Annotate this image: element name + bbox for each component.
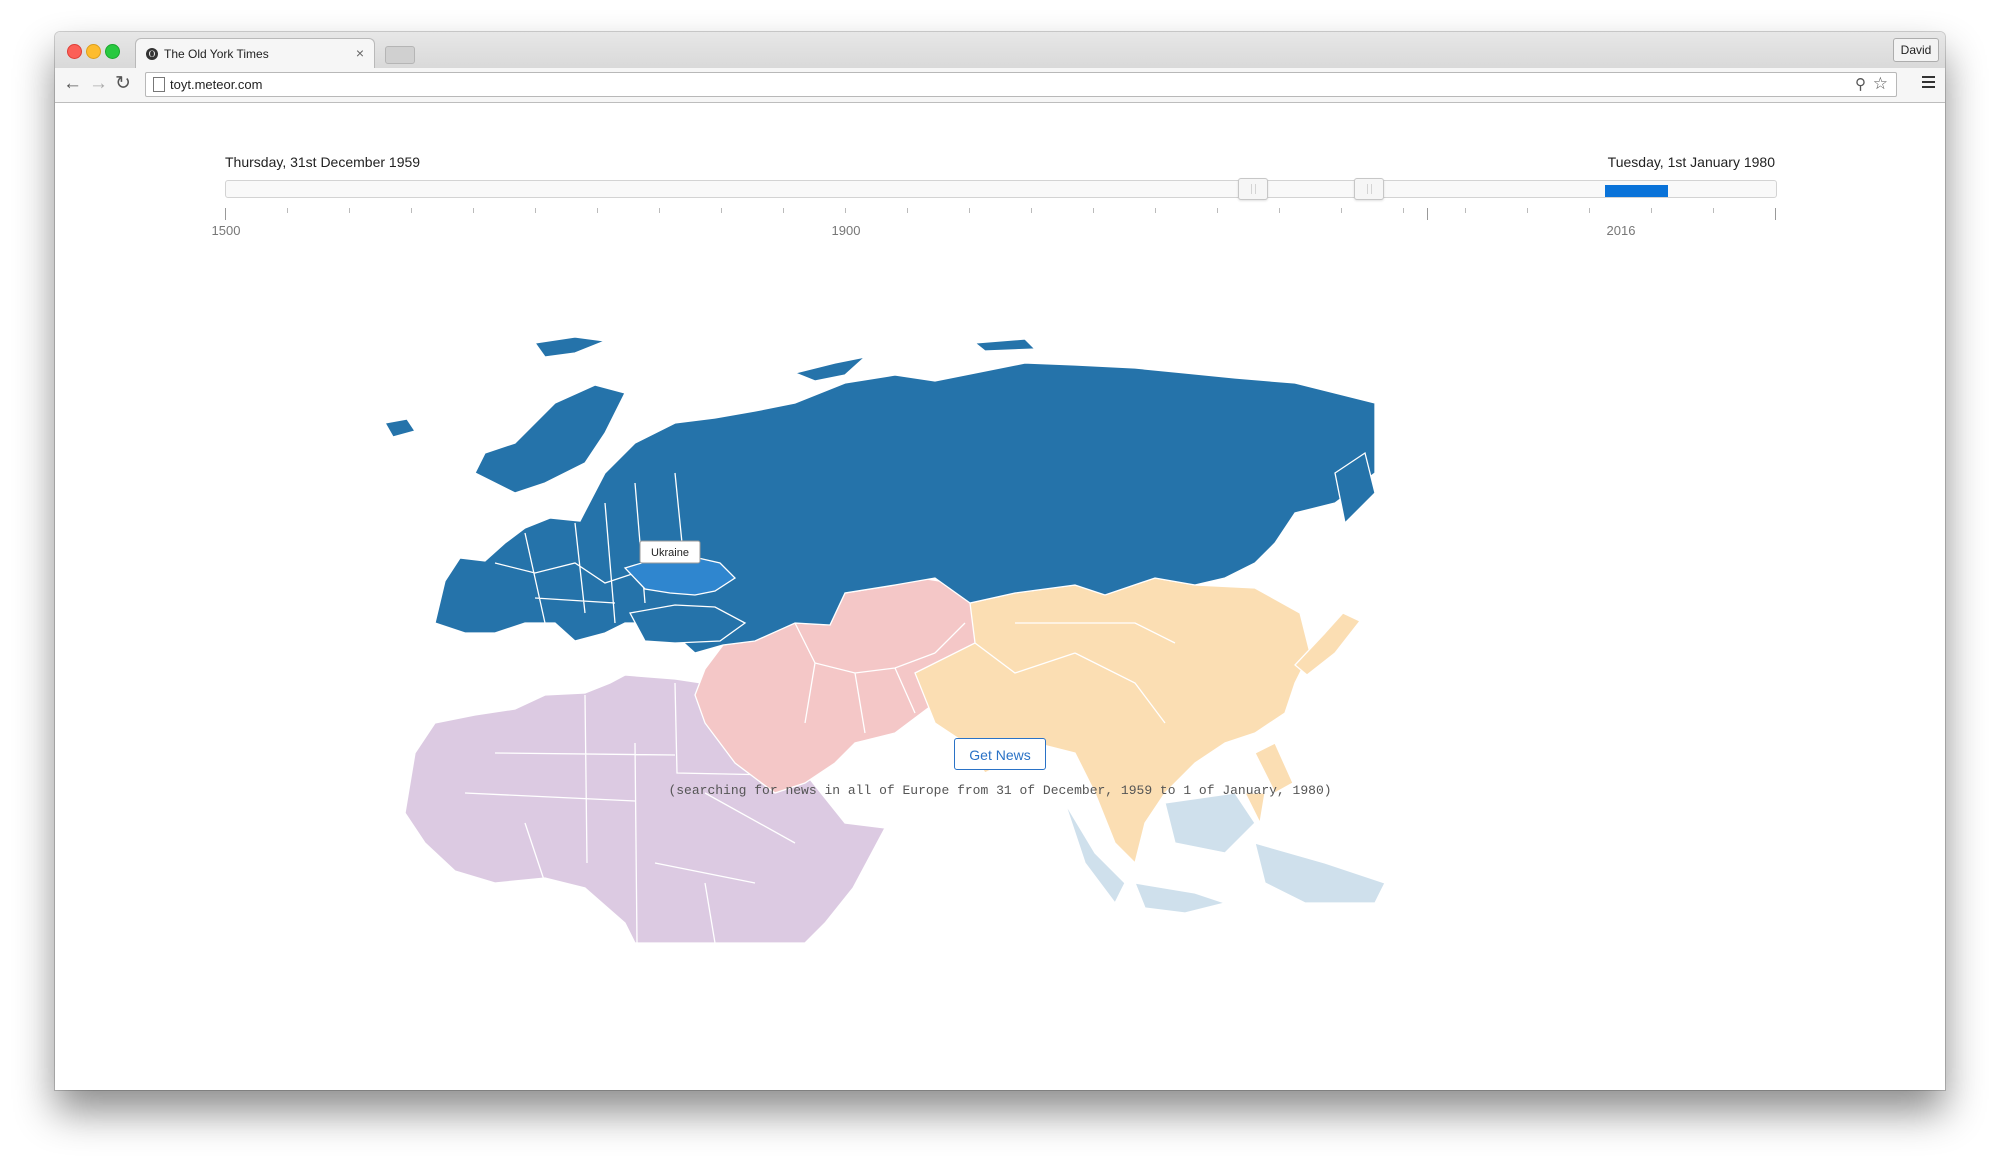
slider-tick: [969, 208, 970, 213]
slider-tick: [1713, 208, 1714, 213]
end-date-label: Tuesday, 1st January 1980: [1607, 154, 1775, 170]
slider-tick-major: [1426, 208, 1428, 220]
browser-tab[interactable]: O The Old York Times ×: [135, 38, 375, 70]
date-range-slider[interactable]: [225, 178, 1777, 200]
slider-tick: [1093, 208, 1094, 213]
new-tab-button[interactable]: [385, 46, 415, 64]
slider-tick: [1403, 208, 1404, 213]
slider-tick: [1341, 208, 1342, 213]
slider-tick-major: [1775, 208, 1776, 220]
slider-tick: [1589, 208, 1590, 213]
star-icon[interactable]: ☆: [1873, 74, 1888, 94]
menu-icon[interactable]: [1922, 76, 1935, 91]
slider-tick: [845, 208, 846, 213]
address-bar[interactable]: toyt.meteor.com ⚲ ☆: [145, 72, 1897, 97]
hover-tooltip-label: Ukraine: [651, 547, 689, 559]
tick-label-2016: 2016: [1606, 223, 1636, 238]
slider-tick: [1279, 208, 1280, 213]
window-minimize-button[interactable]: [86, 44, 101, 59]
slider-tick: [907, 208, 908, 213]
tick-label-1900: 1900: [831, 223, 861, 238]
window-maximize-button[interactable]: [105, 44, 120, 59]
window-close-button[interactable]: [67, 44, 82, 59]
slider-tick: [287, 208, 288, 213]
slider-tick: [411, 208, 412, 213]
profile-button[interactable]: David: [1893, 38, 1939, 62]
forward-arrow-icon[interactable]: →: [89, 73, 108, 95]
slider-tick: [1031, 208, 1032, 213]
browser-toolbar: ← → ↻ toyt.meteor.com ⚲ ☆: [55, 68, 1945, 103]
tab-strip: O The Old York Times × David: [55, 32, 1945, 70]
slider-tick: [1217, 208, 1218, 213]
slider-tick: [1651, 208, 1652, 213]
tick-label-1500: 1500: [211, 223, 241, 238]
slider-tick: [535, 208, 536, 213]
favicon-icon: O: [146, 48, 158, 60]
get-news-button[interactable]: Get News: [954, 738, 1046, 770]
search-status-text: (searching for news in all of Europe fro…: [668, 783, 1332, 798]
slider-selected-range: [1604, 185, 1668, 197]
page-icon: [153, 77, 165, 92]
browser-window: O The Old York Times × David ← → ↻ toyt.…: [55, 32, 1945, 1090]
tab-title: The Old York Times: [164, 47, 269, 61]
slider-tick: [1527, 208, 1528, 213]
slider-handle-start[interactable]: [1238, 178, 1268, 200]
tab-close-icon[interactable]: ×: [356, 45, 364, 61]
start-date-label: Thursday, 31st December 1959: [225, 154, 421, 170]
search-icon[interactable]: ⚲: [1855, 75, 1866, 93]
slider-tick: [1465, 208, 1466, 213]
slider-tick: [721, 208, 722, 213]
slider-tick: [659, 208, 660, 213]
page-content: Thursday, 31st December 1959 Tuesday, 1s…: [55, 103, 1945, 1090]
slider-tick: [473, 208, 474, 213]
back-arrow-icon[interactable]: ←: [63, 73, 82, 95]
slider-handle-end[interactable]: [1354, 178, 1384, 200]
slider-tick-major: [225, 208, 226, 220]
world-map[interactable]: Ukraine: [375, 323, 1675, 943]
slider-tick: [597, 208, 598, 213]
url-text[interactable]: toyt.meteor.com: [170, 77, 262, 92]
slider-tick: [783, 208, 784, 213]
reload-icon[interactable]: ↻: [115, 73, 131, 95]
slider-tick: [349, 208, 350, 213]
slider-tick: [1155, 208, 1156, 213]
